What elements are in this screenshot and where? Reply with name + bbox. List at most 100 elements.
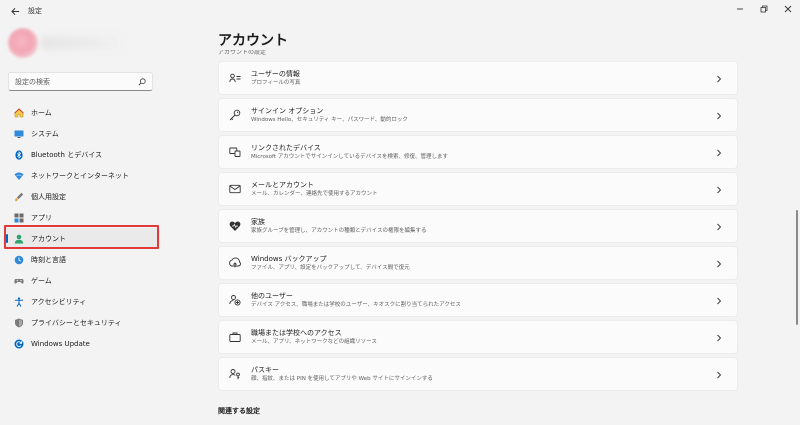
close-button[interactable] [776, 0, 800, 18]
card-subtitle: メール、カレンダー、連絡先で使用するアカウント [251, 191, 378, 197]
chevron-right-icon [715, 370, 723, 380]
sidebar-item-accounts[interactable]: アカウント [4, 228, 160, 249]
chevron-right-icon [715, 222, 723, 232]
sidebar-item-label: 個人用設定 [31, 192, 66, 201]
sidebar-item-personalization[interactable]: 個人用設定 [4, 186, 160, 207]
passkey-icon [229, 368, 241, 380]
other-users-icon [229, 294, 241, 306]
chevron-right-icon [715, 333, 723, 343]
maximize-button[interactable] [752, 0, 776, 18]
restore-icon [760, 5, 768, 13]
sidebar-item-label: ゲーム [31, 276, 52, 285]
monitor-icon [14, 129, 24, 139]
card-passkeys[interactable]: パスキー 顔、指紋、または PIN を使用してアプリや Web サイトにサインイ… [218, 357, 738, 391]
family-heart-icon [229, 220, 241, 232]
sidebar-item-label: Windows Update [31, 339, 90, 348]
search-input[interactable] [15, 77, 137, 86]
card-linked-devices[interactable]: リンクされたデバイス Microsoft アカウントでサインインしているデバイス… [218, 135, 738, 169]
card-subtitle: メール、アプリ、ネットワークなどの組織リソース [251, 339, 377, 345]
section-heading-clipped: アカウントの設定 [218, 50, 267, 55]
page-title: アカウント [218, 33, 288, 49]
card-your-info[interactable]: ユーザーの情報 プロフィールの写真 [218, 61, 738, 95]
card-subtitle: Windows Hello、セキュリティ キー、パスワード、動的ロック [251, 117, 408, 123]
scrollbar[interactable] [796, 210, 798, 325]
sidebar-item-label: アクセシビリティ [31, 297, 87, 306]
card-email-accounts[interactable]: メールとアカウント メール、カレンダー、連絡先で使用するアカウント [218, 172, 738, 206]
back-button[interactable] [8, 4, 22, 18]
card-family[interactable]: 家族 家族グループを管理し、アカウントの種類とデバイスの権限を編集する [218, 209, 738, 243]
update-icon [14, 339, 24, 349]
sidebar-item-label: プライバシーとセキュリティ [31, 318, 122, 327]
search-icon[interactable] [137, 77, 146, 86]
chevron-right-icon [715, 296, 723, 306]
chevron-right-icon [715, 259, 723, 269]
chevron-right-icon [715, 74, 723, 84]
sidebar-item-time-language[interactable]: 時刻と言語 [4, 249, 160, 270]
sidebar-item-apps[interactable]: アプリ [4, 207, 160, 228]
accessibility-icon [14, 296, 24, 307]
minimize-button[interactable] [728, 0, 752, 18]
linked-devices-icon [229, 146, 241, 158]
sidebar-item-label: 時刻と言語 [31, 255, 66, 264]
related-settings-heading: 関連する設定 [218, 407, 260, 415]
close-icon [784, 5, 792, 13]
gamepad-icon [14, 276, 24, 286]
sidebar-nav: ホーム システム Bluetooth とデバイス ネットワークとインターネット … [4, 102, 160, 354]
card-windows-backup[interactable]: Windows バックアップ ファイル、アプリ、設定をバックアップして、デバイス… [218, 246, 738, 280]
bluetooth-icon [14, 149, 24, 160]
sidebar-item-label: Bluetooth とデバイス [31, 150, 102, 159]
chevron-right-icon [715, 185, 723, 195]
back-arrow-icon [10, 7, 19, 15]
person-icon [14, 234, 24, 244]
card-title: 他のユーザー [251, 292, 293, 300]
card-subtitle: Microsoft アカウントでサインインしているデバイスを検索、修復、管理しま… [251, 154, 448, 160]
brush-icon [14, 192, 24, 202]
shield-icon [14, 318, 24, 328]
sidebar-item-label: アカウント [31, 234, 66, 243]
card-subtitle: 顔、指紋、または PIN を使用してアプリや Web サイトにサインインする [251, 376, 433, 382]
sidebar-item-gaming[interactable]: ゲーム [4, 270, 160, 291]
card-title: Windows バックアップ [251, 255, 327, 263]
card-subtitle: 家族グループを管理し、アカウントの種類とデバイスの権限を編集する [251, 228, 427, 234]
card-other-users[interactable]: 他のユーザー デバイス アクセス、職場または学校のユーザー、キオスクに割り当てら… [218, 283, 738, 317]
card-title: 家族 [251, 218, 265, 226]
sidebar-item-privacy[interactable]: プライバシーとセキュリティ [4, 312, 160, 333]
wifi-icon [14, 171, 24, 181]
apps-icon [14, 213, 24, 223]
briefcase-icon [229, 331, 241, 343]
sidebar-item-label: システム [31, 129, 59, 138]
chevron-right-icon [715, 111, 723, 121]
sidebar-item-system[interactable]: システム [4, 123, 160, 144]
card-subtitle: プロフィールの写真 [251, 80, 301, 86]
card-title: リンクされたデバイス [251, 144, 321, 152]
window-controls [728, 0, 800, 18]
sidebar-item-home[interactable]: ホーム [4, 102, 160, 123]
sidebar-item-accessibility[interactable]: アクセシビリティ [4, 291, 160, 312]
sidebar-item-windows-update[interactable]: Windows Update [4, 333, 160, 354]
sidebar-item-label: アプリ [31, 213, 52, 222]
card-title: パスキー [251, 366, 279, 374]
card-access-work-school[interactable]: 職場または学校へのアクセス メール、アプリ、ネットワークなどの組織リソース [218, 320, 738, 354]
sidebar-item-network[interactable]: ネットワークとインターネット [4, 165, 160, 186]
user-profile[interactable] [8, 28, 130, 60]
mail-icon [229, 183, 241, 195]
profile-name-redacted [40, 36, 130, 50]
settings-card-list: ユーザーの情報 プロフィールの写真 サインイン オプション Windows He… [218, 61, 738, 394]
sidebar-item-label: ネットワークとインターネット [31, 171, 129, 180]
globe-clock-icon [14, 255, 24, 265]
key-icon [229, 109, 241, 121]
minimize-icon [737, 8, 743, 10]
app-title: 設定 [28, 7, 42, 15]
card-title: メールとアカウント [251, 181, 314, 189]
card-title: 職場または学校へのアクセス [251, 329, 342, 337]
avatar [8, 28, 38, 58]
title-bar: 設定 [0, 0, 800, 22]
card-title: ユーザーの情報 [251, 70, 300, 78]
card-subtitle: ファイル、アプリ、設定をバックアップして、デバイス間で復元 [251, 265, 410, 271]
card-sign-in-options[interactable]: サインイン オプション Windows Hello、セキュリティ キー、パスワー… [218, 98, 738, 132]
search-box[interactable] [8, 72, 153, 91]
home-icon [14, 107, 24, 118]
card-title: サインイン オプション [251, 107, 324, 115]
sidebar-item-bluetooth[interactable]: Bluetooth とデバイス [4, 144, 160, 165]
sidebar-item-label: ホーム [31, 108, 52, 117]
